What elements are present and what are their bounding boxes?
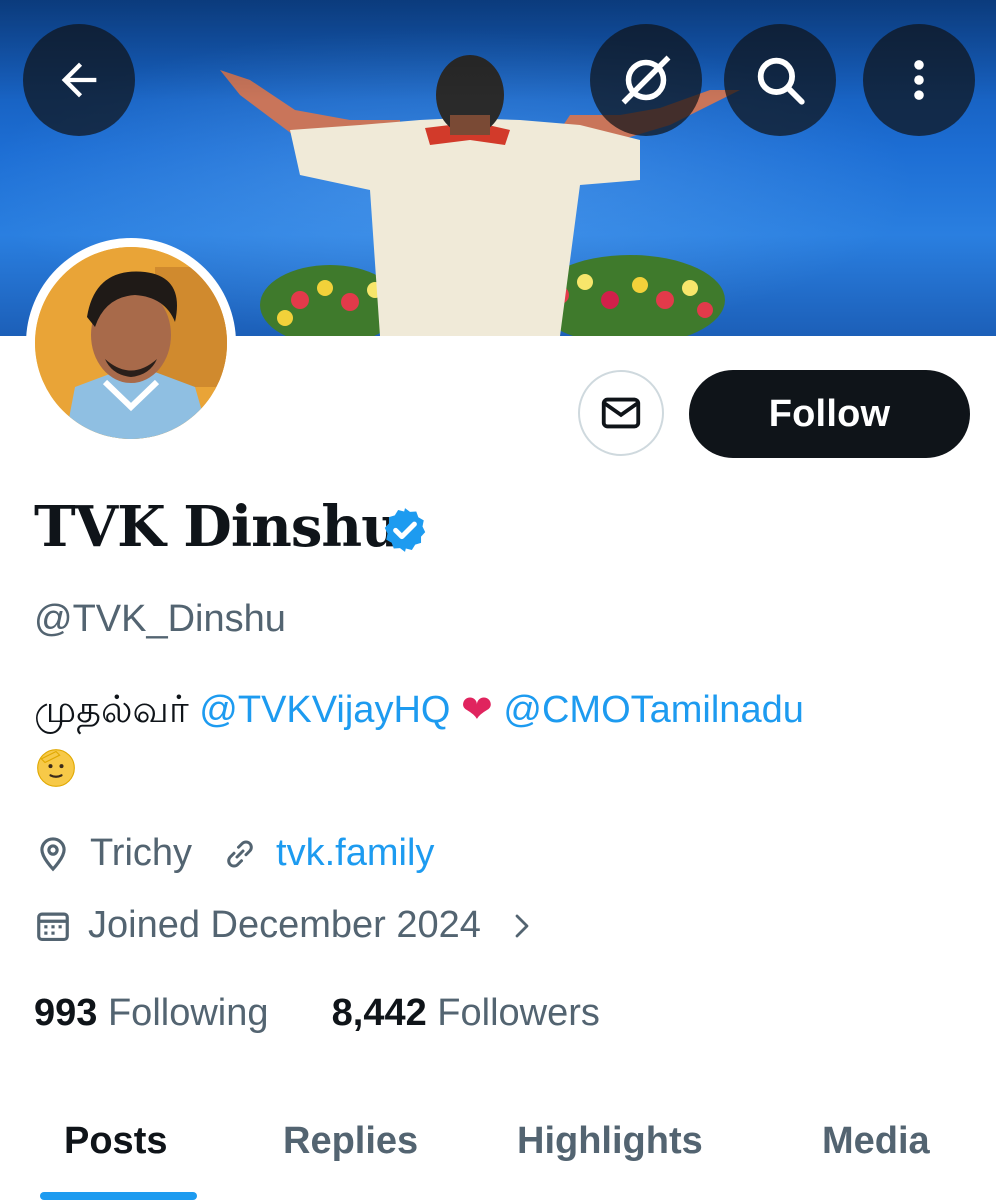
tab-media[interactable]: Media <box>822 1120 930 1163</box>
more-vertical-icon <box>914 60 924 100</box>
profile-bio: முதல்வர் @TVKVijayHQ ❤ @CMOTamilnadu <box>34 680 964 800</box>
back-button[interactable] <box>23 24 135 136</box>
chevron-right-icon <box>515 914 529 937</box>
profile-joined-date: Joined December 2024 <box>88 904 481 946</box>
followers-link[interactable]: 8,442 Followers <box>332 992 600 1034</box>
avatar-image <box>35 247 227 439</box>
following-count: 993 <box>34 992 98 1034</box>
profile-joined-row[interactable]: Joined December 2024 <box>34 904 537 947</box>
tab-replies[interactable]: Replies <box>283 1120 418 1163</box>
tab-highlights[interactable]: Highlights <box>517 1120 703 1163</box>
following-label: Following <box>107 992 269 1034</box>
active-tab-indicator <box>40 1192 197 1200</box>
tab-posts[interactable]: Posts <box>64 1120 167 1163</box>
profile-stats: 993 Following 8,442 Followers <box>34 992 600 1035</box>
follow-button[interactable]: Follow <box>689 370 970 458</box>
calendar-icon <box>37 912 69 941</box>
bio-mention-tvkvijayhq[interactable]: @TVKVijayHQ <box>199 689 450 731</box>
profile-location: Trichy <box>90 832 193 874</box>
saluting-face-emoji-icon <box>37 749 75 787</box>
profile-handle: @TVK_Dinshu <box>34 598 286 640</box>
bio-text: முதல்வர் <box>34 689 200 731</box>
profile-website-link[interactable]: tvk.family <box>276 832 434 875</box>
message-button[interactable] <box>578 370 664 456</box>
following-link[interactable]: 993 Following <box>34 992 269 1034</box>
envelope-icon <box>601 397 641 429</box>
display-name: TVK Dinshu <box>34 494 402 560</box>
search-button[interactable] <box>724 24 836 136</box>
grok-button[interactable] <box>590 24 702 136</box>
heart-emoji: ❤ <box>461 689 493 731</box>
back-arrow-icon <box>61 62 97 98</box>
followers-label: Followers <box>437 992 600 1034</box>
grok-icon <box>621 55 671 105</box>
profile-meta-row: Trichy tvk.family <box>34 832 434 875</box>
location-pin-icon <box>40 836 66 871</box>
followers-count: 8,442 <box>331 992 427 1034</box>
verified-badge-icon[interactable] <box>380 505 430 555</box>
avatar[interactable] <box>26 238 236 448</box>
more-options-button[interactable] <box>863 24 975 136</box>
link-icon <box>227 839 253 868</box>
avatar-photo <box>35 247 227 439</box>
bio-mention-cmotamilnadu[interactable]: @CMOTamilnadu <box>503 689 803 731</box>
search-icon <box>757 57 805 105</box>
profile-tabs: Posts Replies Highlights Media <box>0 1110 996 1200</box>
